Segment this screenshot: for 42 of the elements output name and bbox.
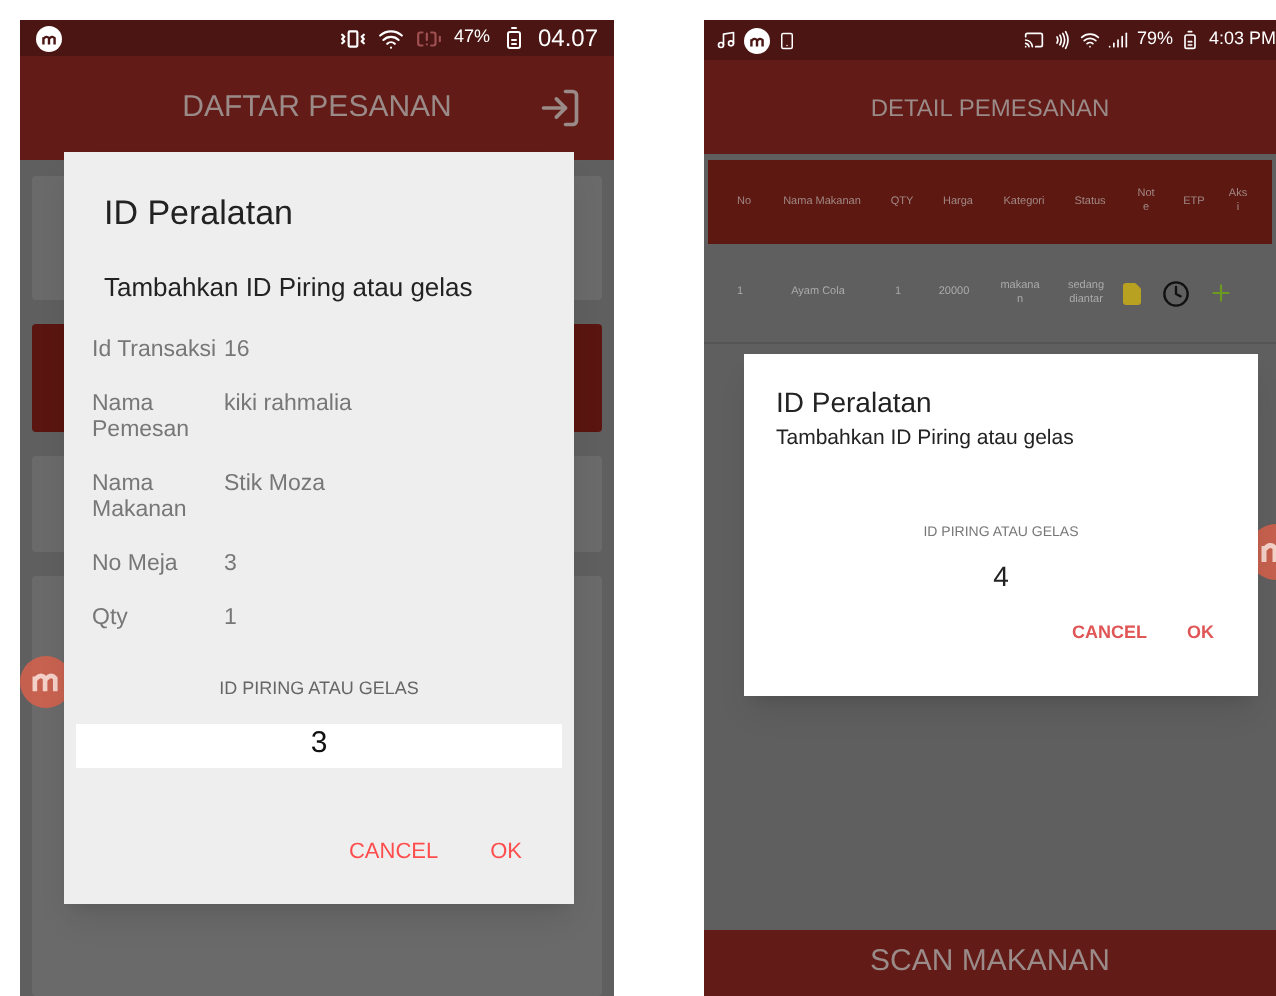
screen-title: DETAIL PEMESANAN xyxy=(870,91,1110,125)
battery-icon xyxy=(1180,30,1201,50)
wifi-icon xyxy=(1080,30,1101,50)
nfc-icon xyxy=(1052,30,1073,50)
dialog-title: ID Peralatan xyxy=(104,192,295,236)
battery-percentage: 47% xyxy=(453,24,490,51)
detail-value: kiki rahmalia xyxy=(224,392,352,420)
dialog-button[interactable]: CANCEL xyxy=(348,835,439,868)
app-logo-icon xyxy=(744,27,770,53)
wifi-icon xyxy=(377,25,404,51)
dialog-button[interactable]: CANCEL xyxy=(1072,620,1147,648)
clock-time: 04.07 xyxy=(537,22,598,56)
clock-time: 4:03 PM xyxy=(1208,26,1276,53)
dialog-subtitle: Tambahkan ID Piring atau gelas xyxy=(104,269,475,306)
detail-label: Qty xyxy=(92,606,130,632)
cast-icon xyxy=(1024,30,1045,50)
detail-label: Id Transaksi xyxy=(92,338,218,364)
dialog-title: ID Peralatan xyxy=(776,384,934,422)
detail-label: Nama Makanan xyxy=(92,472,189,524)
dialog-subtitle: Tambahkan ID Piring atau gelas xyxy=(776,424,1076,454)
vibrate-icon xyxy=(339,25,366,51)
detail-value: Stik Moza xyxy=(224,472,325,500)
logout-icon[interactable] xyxy=(538,86,582,130)
detail-value: 3 xyxy=(224,552,237,578)
app-logo-icon xyxy=(36,25,62,51)
clock-icon[interactable] xyxy=(1162,279,1190,307)
battery-icon xyxy=(501,26,526,50)
detail-value: 16 xyxy=(224,338,250,364)
field-label: ID PIRING ATAU GELAS xyxy=(219,676,419,702)
music-icon xyxy=(716,30,736,50)
battery-alert-icon xyxy=(415,25,442,51)
note-icon[interactable] xyxy=(1120,279,1144,307)
dialog-button[interactable]: OK xyxy=(490,835,522,868)
detail-label: No Meja xyxy=(92,552,180,578)
screen-title: DAFTAR PESANAN xyxy=(182,87,452,128)
battery-percentage: 79% xyxy=(1136,26,1173,53)
phone-icon xyxy=(778,31,796,49)
id-input-field[interactable]: 3 xyxy=(76,723,562,767)
signal-icon xyxy=(1108,30,1129,50)
detail-label: Nama Pemesan xyxy=(92,392,192,444)
detail-value: 1 xyxy=(224,606,237,632)
dialog-button[interactable]: OK xyxy=(1187,620,1214,648)
